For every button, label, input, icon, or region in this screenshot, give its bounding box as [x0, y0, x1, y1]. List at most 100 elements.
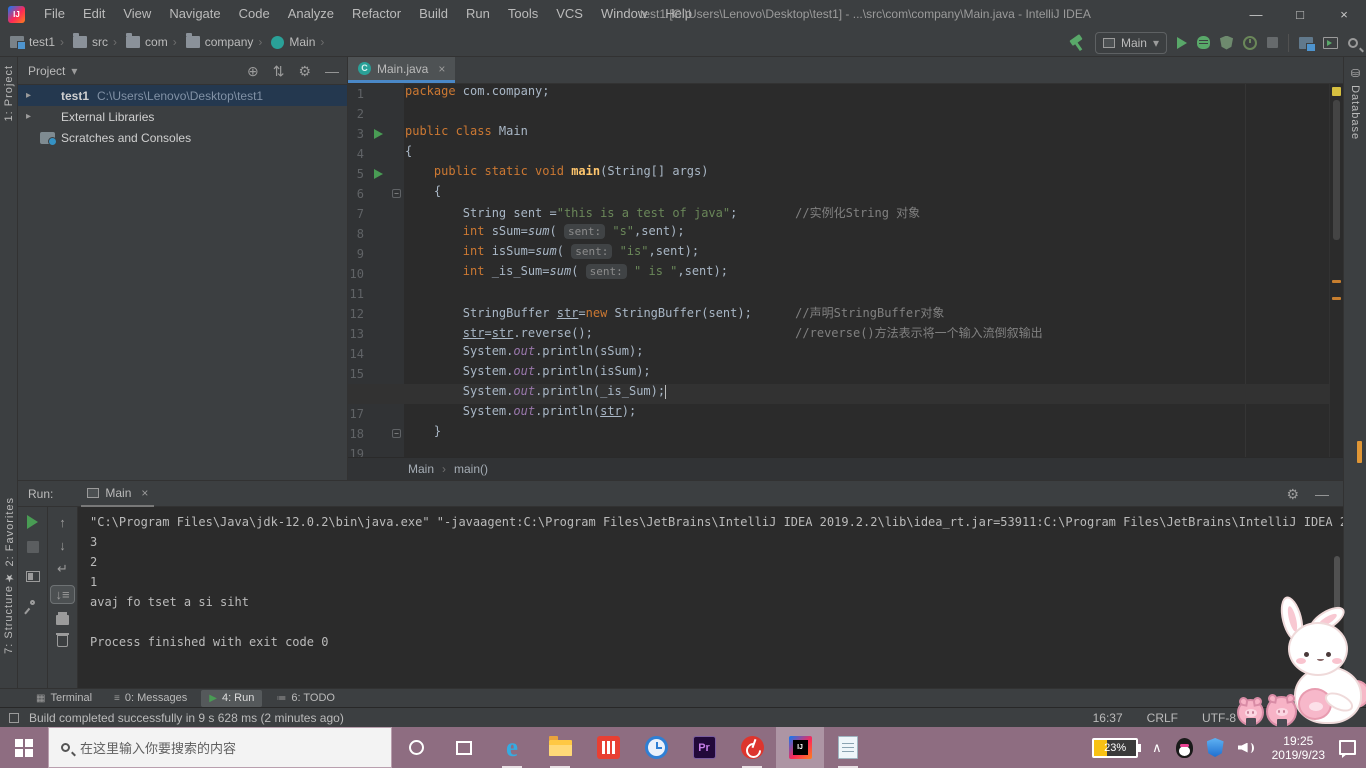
gutter-line: 9: [348, 244, 403, 264]
breadcrumb-item[interactable]: company ›: [186, 35, 268, 49]
breadcrumb-item[interactable]: com ›: [126, 35, 182, 49]
tree-row[interactable]: Scratches and Consoles: [18, 127, 347, 148]
menu-item[interactable]: Tools: [499, 0, 547, 28]
stripe-mark[interactable]: [1332, 297, 1341, 300]
tool-stripe-favorites[interactable]: ★ 2: Favorites: [3, 497, 16, 590]
fold-icon[interactable]: −: [392, 429, 401, 438]
run-tab-main[interactable]: Main ×: [81, 481, 154, 507]
tool-stripe-structure[interactable]: 7: Structure: [3, 585, 15, 659]
project-panel-header[interactable]: Project▾ ⊕ ⇅ ⚙ —: [18, 57, 347, 85]
tool-stripe-project[interactable]: 1: Project: [3, 65, 15, 126]
speaker-icon[interactable]: [1238, 740, 1258, 756]
hide-icon[interactable]: —: [325, 63, 339, 79]
expand-arrow-icon[interactable]: ▸: [26, 111, 40, 122]
menu-item[interactable]: VCS: [547, 0, 592, 28]
cortana-icon[interactable]: [392, 727, 440, 768]
breadcrumb-item[interactable]: test1 ›: [10, 35, 69, 49]
minimize-icon[interactable]: —: [1234, 0, 1278, 28]
collapse-all-icon[interactable]: ⇅: [273, 63, 285, 80]
menu-item[interactable]: Code: [230, 0, 279, 28]
maximize-icon[interactable]: □: [1278, 0, 1322, 28]
security-shield-icon[interactable]: [1207, 738, 1224, 757]
code-editor[interactable]: 123456−789101112131415161718−19 package …: [348, 84, 1343, 457]
edge-icon[interactable]: e: [488, 727, 536, 768]
search-everywhere-icon[interactable]: [1348, 38, 1358, 48]
menu-item[interactable]: View: [114, 0, 160, 28]
menu-item[interactable]: Build: [410, 0, 457, 28]
clock-app-icon[interactable]: [632, 727, 680, 768]
menu-item[interactable]: Analyze: [279, 0, 343, 28]
file-encoding[interactable]: UTF-8: [1202, 711, 1236, 725]
profiler-icon[interactable]: [1243, 36, 1257, 50]
battery-icon[interactable]: 23%: [1092, 738, 1138, 758]
clear-all-icon[interactable]: [57, 635, 68, 647]
breadcrumb-class[interactable]: Main: [408, 462, 434, 476]
run-console[interactable]: "C:\Program Files\Java\jdk-12.0.2\bin\ja…: [78, 507, 1343, 688]
tree-row[interactable]: ▸ External Libraries: [18, 106, 347, 127]
task-view-icon[interactable]: [440, 727, 488, 768]
fold-icon[interactable]: −: [392, 189, 401, 198]
rerun-icon[interactable]: [27, 515, 38, 529]
expand-arrow-icon[interactable]: ▸: [26, 90, 40, 101]
menu-item[interactable]: Refactor: [343, 0, 410, 28]
menu-item[interactable]: Navigate: [160, 0, 229, 28]
editor-tab-main-java[interactable]: C Main.java ×: [348, 57, 455, 83]
taskbar-search-box[interactable]: 在这里输入你要搜索的内容: [48, 727, 392, 768]
intellij-idea-icon[interactable]: IJ: [776, 727, 824, 768]
taskbar-clock[interactable]: 19:252019/9/23: [1272, 734, 1325, 762]
locate-icon[interactable]: ⊕: [247, 63, 259, 80]
qq-penguin-icon[interactable]: [1176, 738, 1193, 758]
toolwindow-toggle-icon[interactable]: [9, 713, 19, 723]
console-line: 3: [90, 535, 1343, 555]
file-explorer-icon[interactable]: [536, 727, 584, 768]
breadcrumb-method[interactable]: main(): [454, 462, 488, 476]
run-config-selector[interactable]: Main ▾: [1095, 32, 1167, 54]
tool-window-button[interactable]: ≔ 6: TODO: [268, 690, 343, 707]
soft-wrap-icon[interactable]: ↵: [57, 561, 68, 577]
scroll-to-end-icon[interactable]: ↓≡: [50, 585, 74, 604]
run-line-icon[interactable]: [374, 129, 383, 139]
coverage-icon[interactable]: [1220, 36, 1233, 50]
netease-music-icon[interactable]: [728, 727, 776, 768]
tree-row[interactable]: ▸ test1 C:\Users\Lenovo\Desktop\test1: [18, 85, 347, 106]
tab-close-icon[interactable]: ×: [438, 62, 445, 76]
run-line-icon[interactable]: [374, 169, 383, 179]
breadcrumb-item[interactable]: Main ›: [271, 35, 329, 49]
gear-icon[interactable]: ⚙: [298, 63, 311, 80]
tool-window-button[interactable]: ▦ Terminal: [28, 690, 100, 707]
hide-icon[interactable]: —: [1315, 486, 1329, 502]
start-icon[interactable]: [0, 727, 48, 768]
print-icon[interactable]: [56, 615, 69, 625]
red-bars-app-icon[interactable]: [584, 727, 632, 768]
run-icon[interactable]: [1177, 37, 1187, 49]
caret-position[interactable]: 16:37: [1093, 711, 1123, 725]
menu-item[interactable]: Run: [457, 0, 499, 28]
tool-window-button[interactable]: ≡ 0: Messages: [106, 690, 195, 707]
screencast-icon[interactable]: [1323, 37, 1338, 49]
tab-close-icon[interactable]: ×: [141, 486, 148, 500]
inspection-status-icon[interactable]: [1332, 87, 1341, 96]
editor-scrollbar-thumb[interactable]: [1333, 100, 1340, 240]
debug-icon[interactable]: [1197, 36, 1210, 49]
line-separator[interactable]: CRLF: [1147, 711, 1178, 725]
close-icon[interactable]: ×: [1322, 0, 1366, 28]
notepad-icon[interactable]: [824, 727, 872, 768]
stripe-mark[interactable]: [1332, 280, 1341, 283]
down-stack-icon[interactable]: ↓: [59, 538, 66, 553]
up-stack-icon[interactable]: ↑: [59, 515, 66, 530]
chevron-up-icon[interactable]: ∧: [1152, 740, 1162, 756]
pig-sticker: [1237, 699, 1264, 726]
pin-icon[interactable]: [29, 599, 36, 606]
menu-item[interactable]: Edit: [74, 0, 114, 28]
run-anything-icon[interactable]: [1299, 37, 1313, 49]
tool-stripe-database[interactable]: ⛁ Database: [1349, 67, 1362, 145]
console-scrollbar-thumb[interactable]: [1334, 556, 1340, 611]
show-layout-icon[interactable]: [26, 571, 40, 582]
menu-item[interactable]: File: [35, 0, 74, 28]
tool-window-button[interactable]: ▶ 4: Run: [201, 690, 262, 707]
premiere-icon[interactable]: Pr: [680, 727, 728, 768]
gear-icon[interactable]: ⚙: [1286, 486, 1299, 503]
breadcrumb-item[interactable]: src ›: [73, 35, 122, 49]
notification-center-icon[interactable]: [1339, 740, 1356, 755]
build-hammer-icon[interactable]: [1069, 35, 1085, 51]
